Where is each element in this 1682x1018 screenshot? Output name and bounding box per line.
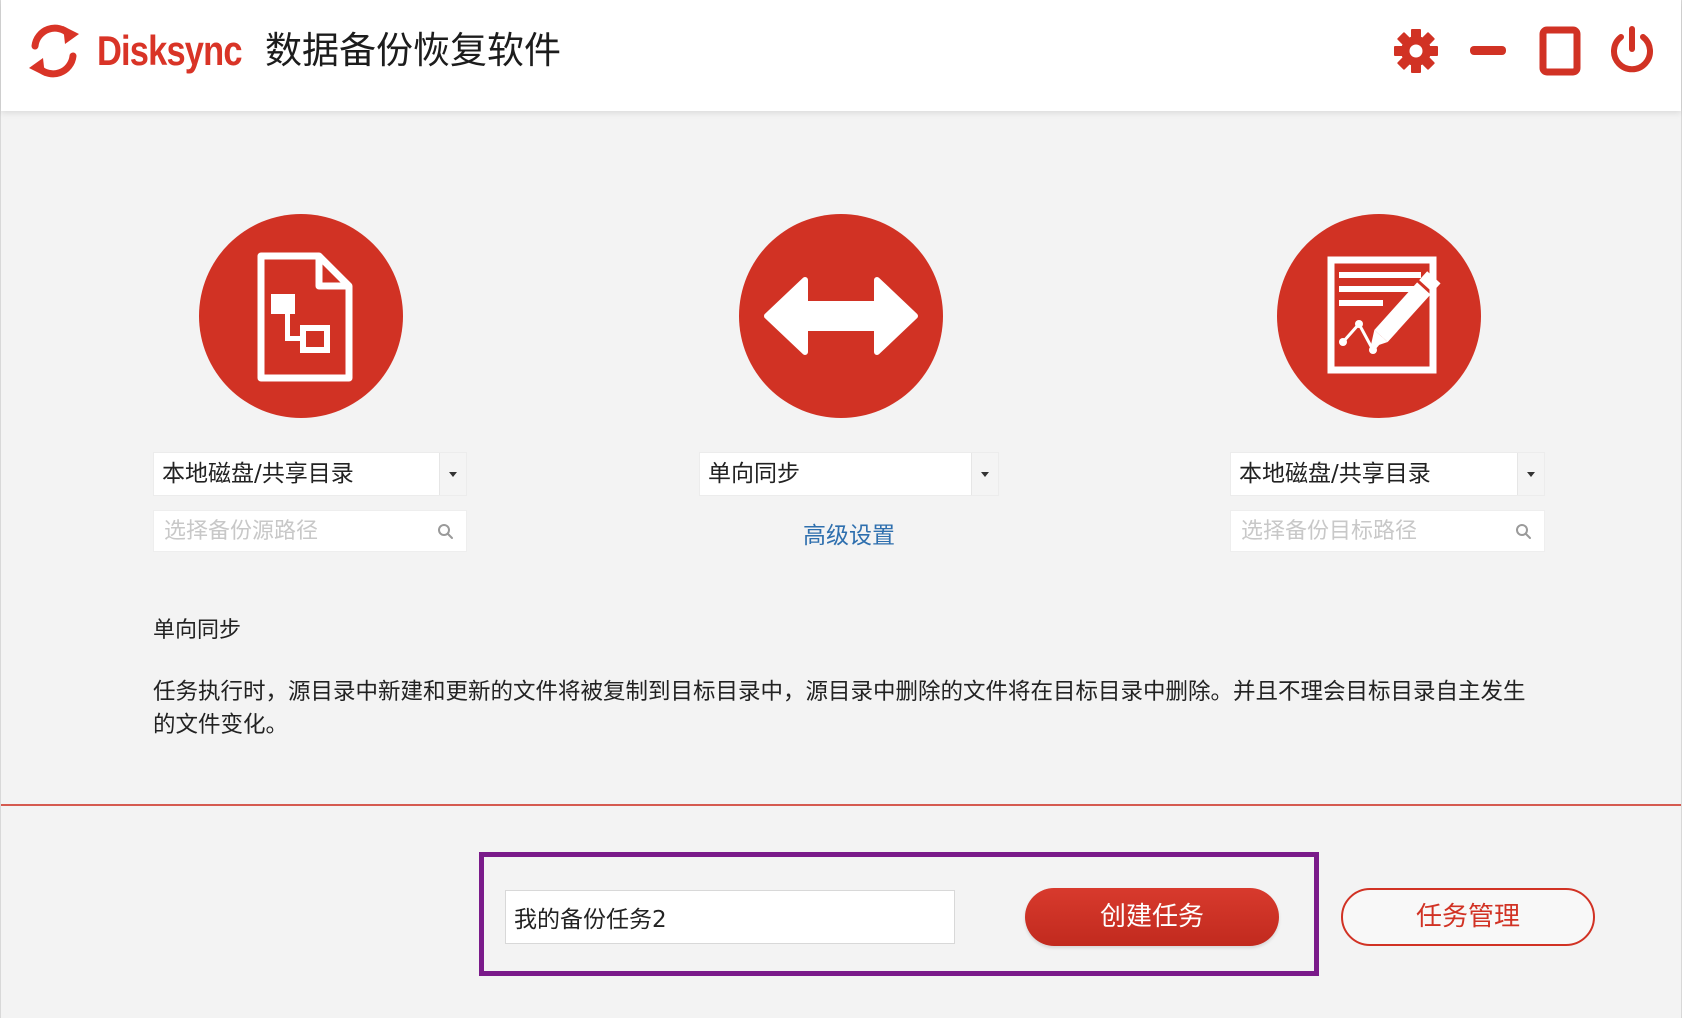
edit-document-icon [1327,256,1441,374]
source-type-dropdown[interactable]: 本地磁盘/共享目录 [153,452,467,496]
source-type-value: 本地磁盘/共享目录 [162,461,354,487]
search-icon[interactable] [436,522,456,542]
chevron-down-icon[interactable] [971,453,998,495]
source-path-input[interactable] [154,511,466,551]
create-task-button[interactable]: 创建任务 [1025,888,1279,946]
chevron-down-icon[interactable] [1517,453,1544,495]
source-path-field [153,510,467,552]
target-path-input[interactable] [1231,511,1544,551]
sync-mode-value: 单向同步 [708,461,800,487]
target-type-dropdown[interactable]: 本地磁盘/共享目录 [1230,452,1545,496]
file-structure-icon [257,252,353,382]
advanced-settings-link[interactable]: 高级设置 [701,516,997,550]
target-path-field [1230,510,1545,552]
title-bar: Disksync 数据备份恢复软件 [1,0,1681,111]
gear-icon[interactable] [1389,24,1443,78]
task-name-field [505,890,955,944]
sync-mode-dropdown[interactable]: 单向同步 [699,452,999,496]
app-window: Disksync 数据备份恢复软件 本地磁盘/共享目录 单向同步 本地磁盘/共享… [0,0,1682,1018]
target-select-circle[interactable] [1277,214,1481,418]
minimize-icon[interactable] [1461,24,1515,78]
task-name-input[interactable] [506,891,954,943]
search-icon[interactable] [1514,522,1534,542]
maximize-icon[interactable] [1533,24,1587,78]
section-divider [1,804,1681,806]
task-manage-button[interactable]: 任务管理 [1341,888,1595,946]
power-icon[interactable] [1605,24,1659,78]
refresh-logo-icon [29,24,79,78]
app-title: 数据备份恢复软件 [265,29,561,72]
mode-description-title: 单向同步 [153,618,242,643]
brand-name: Disksync [97,27,243,74]
source-select-circle[interactable] [199,214,403,418]
double-arrow-icon [764,277,918,355]
sync-mode-circle[interactable] [739,214,943,418]
mode-description-text: 任务执行时，源目录中新建和更新的文件将被复制到目标目录中，源目录中删除的文件将在… [153,679,1526,738]
chevron-down-icon[interactable] [439,453,466,495]
target-type-value: 本地磁盘/共享目录 [1239,461,1431,487]
